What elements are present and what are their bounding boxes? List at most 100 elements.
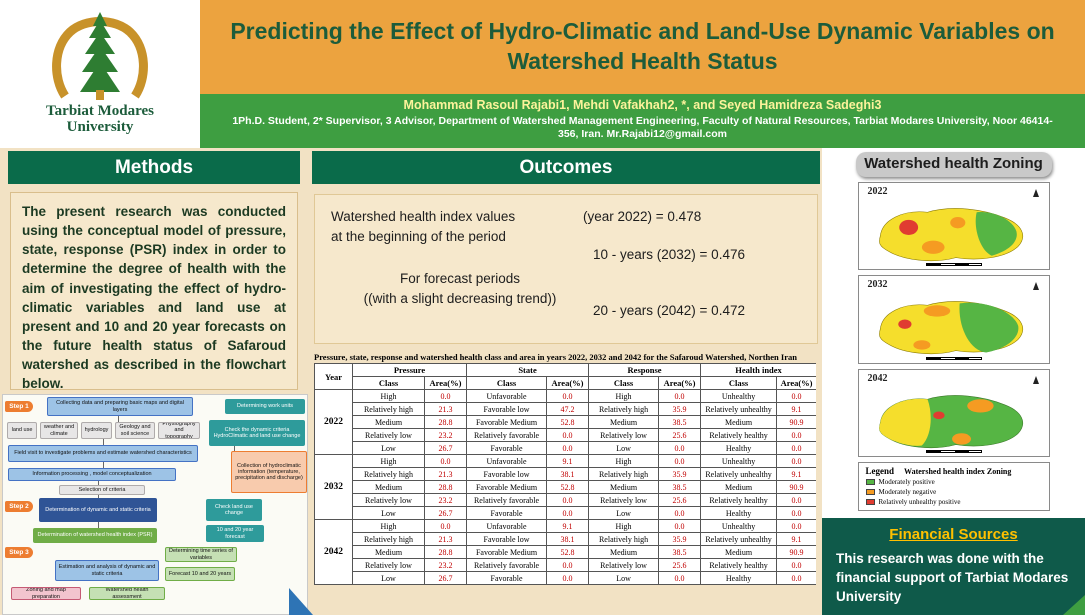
legend-label: Moderately positive [879, 478, 935, 486]
table-row: Low26.7Favorable0.0Low0.0Healthy0.0 [315, 442, 817, 455]
class-subheader: Class [589, 377, 659, 390]
class-cell: Unfavorable [467, 455, 547, 468]
legend-item: Relatively unhealthy positive [866, 498, 1042, 506]
outcomes-forecast-line2: ((with a slight decreasing trend)) [364, 291, 557, 306]
north-arrow-icon [1033, 189, 1039, 197]
legend-swatch-orange [866, 489, 875, 495]
class-subheader: Class [353, 377, 425, 390]
area-cell: 21.3 [425, 468, 467, 481]
class-cell: Favorable [467, 442, 547, 455]
class-cell: Low [353, 442, 425, 455]
flowchart-box: Determining work units [225, 399, 305, 414]
results-table-wrap: Pressure, state, response and watershed … [314, 352, 816, 585]
zoning-map-2022: 2022 [858, 182, 1050, 271]
area-subheader: Area(%) [777, 377, 816, 390]
map-year-label: 2042 [868, 373, 888, 384]
class-cell: Favorable Medium [467, 546, 547, 559]
area-cell: 0.0 [777, 494, 816, 507]
flowchart-box: 10 and 20 year forecast [206, 525, 264, 542]
results-table-body: 2022High0.0Unfavorable0.0High0.0Unhealth… [315, 390, 817, 585]
area-cell: 23.2 [425, 429, 467, 442]
map-year-label: 2032 [868, 279, 888, 290]
outcomes-forecast-line1: For forecast periods [400, 271, 520, 286]
flowchart-box: Step 3 [5, 547, 33, 558]
financial-sources-text: This research was done with the financia… [836, 550, 1071, 607]
zoning-map-2042: 2042 [858, 369, 1050, 458]
class-cell: Low [589, 572, 659, 585]
financial-sources-panel: Financial Sources This research was done… [822, 518, 1085, 615]
flowchart-box: Information processing , model conceptua… [8, 468, 176, 481]
class-cell: Medium [589, 546, 659, 559]
class-cell: Low [589, 507, 659, 520]
authors-line: Mohammad Rasoul Rajabi1, Mehdi Vafakhah2… [214, 98, 1071, 112]
class-cell: Relatively unhealthy [701, 403, 777, 416]
area-cell: 0.0 [547, 429, 589, 442]
flowchart-box: Selection of criteria [59, 485, 145, 495]
class-cell: Favorable [467, 507, 547, 520]
class-cell: Relatively healthy [701, 494, 777, 507]
area-cell: 0.0 [777, 442, 816, 455]
area-subheader: Area(%) [547, 377, 589, 390]
area-cell: 21.3 [425, 533, 467, 546]
flowchart-box: Step 1 [5, 401, 33, 412]
outcomes-intro: Watershed health index values at the beg… [331, 207, 571, 248]
area-cell: 26.7 [425, 572, 467, 585]
class-subheader: Class [467, 377, 547, 390]
area-cell: 25.6 [659, 559, 701, 572]
area-cell: 38.5 [659, 481, 701, 494]
flowchart-box: Check land use change [206, 499, 262, 521]
table-row: Relatively low23.2Relatively favorable0.… [315, 429, 817, 442]
flowchart-box: hydrology [81, 422, 112, 439]
class-cell: Unhealthy [701, 455, 777, 468]
area-cell: 0.0 [547, 390, 589, 403]
area-cell: 0.0 [547, 559, 589, 572]
class-cell: Relatively high [589, 403, 659, 416]
area-subheader: Area(%) [659, 377, 701, 390]
map-legend: Legend Watershed health index Zoning Mod… [858, 462, 1050, 511]
area-cell: 23.2 [425, 559, 467, 572]
class-cell: Relatively low [353, 494, 425, 507]
area-cell: 0.0 [659, 572, 701, 585]
zoning-map-2032: 2032 [858, 275, 1050, 364]
area-cell: 47.2 [547, 403, 589, 416]
year-cell: 2032 [315, 455, 353, 520]
table-header-row: Year Pressure State Response Health inde… [315, 364, 817, 377]
table-row: Medium28.8Favorable Medium52.8Medium38.5… [315, 416, 817, 429]
class-cell: Relatively unhealthy [701, 533, 777, 546]
class-cell: High [589, 455, 659, 468]
legend-item: Moderately negative [866, 488, 1042, 496]
blue-triangle-decoration [289, 588, 313, 615]
class-cell: Favorable low [467, 403, 547, 416]
area-cell: 21.3 [425, 403, 467, 416]
year-cell: 2042 [315, 520, 353, 585]
zoning-column: Watershed health Zoning 2022 2032 [822, 148, 1085, 615]
area-cell: 0.0 [777, 429, 816, 442]
area-cell: 26.7 [425, 442, 467, 455]
class-cell: Unfavorable [467, 520, 547, 533]
methods-header: Methods [8, 151, 300, 184]
flowchart-box: Step 2 [5, 501, 33, 512]
area-cell: 90.9 [777, 546, 816, 559]
class-cell: Relatively high [589, 468, 659, 481]
year-col-header: Year [315, 364, 353, 390]
class-cell: Relatively healthy [701, 559, 777, 572]
class-cell: Medium [701, 416, 777, 429]
area-cell: 23.2 [425, 494, 467, 507]
area-cell: 28.8 [425, 481, 467, 494]
flowchart-box: Estimation and analysis of dynamic and s… [55, 560, 159, 581]
class-cell: Healthy [701, 507, 777, 520]
table-row: 2022High0.0Unfavorable0.0High0.0Unhealth… [315, 390, 817, 403]
area-cell: 0.0 [547, 507, 589, 520]
area-cell: 0.0 [777, 520, 816, 533]
table-row: Relatively high21.3Favorable low38.1Rela… [315, 533, 817, 546]
class-cell: Relatively favorable [467, 494, 547, 507]
table-row: Medium28.8Favorable Medium52.8Medium38.5… [315, 546, 817, 559]
area-cell: 9.1 [777, 533, 816, 546]
area-cell: 0.0 [777, 559, 816, 572]
class-cell: Medium [353, 546, 425, 559]
affiliation-line: 1Ph.D. Student, 2* Supervisor, 3 Advisor… [228, 115, 1058, 142]
area-cell: 0.0 [777, 390, 816, 403]
class-cell: Relatively low [589, 429, 659, 442]
scale-bar [926, 357, 982, 360]
table-row: Medium28.8Favorable Medium52.8Medium38.5… [315, 481, 817, 494]
